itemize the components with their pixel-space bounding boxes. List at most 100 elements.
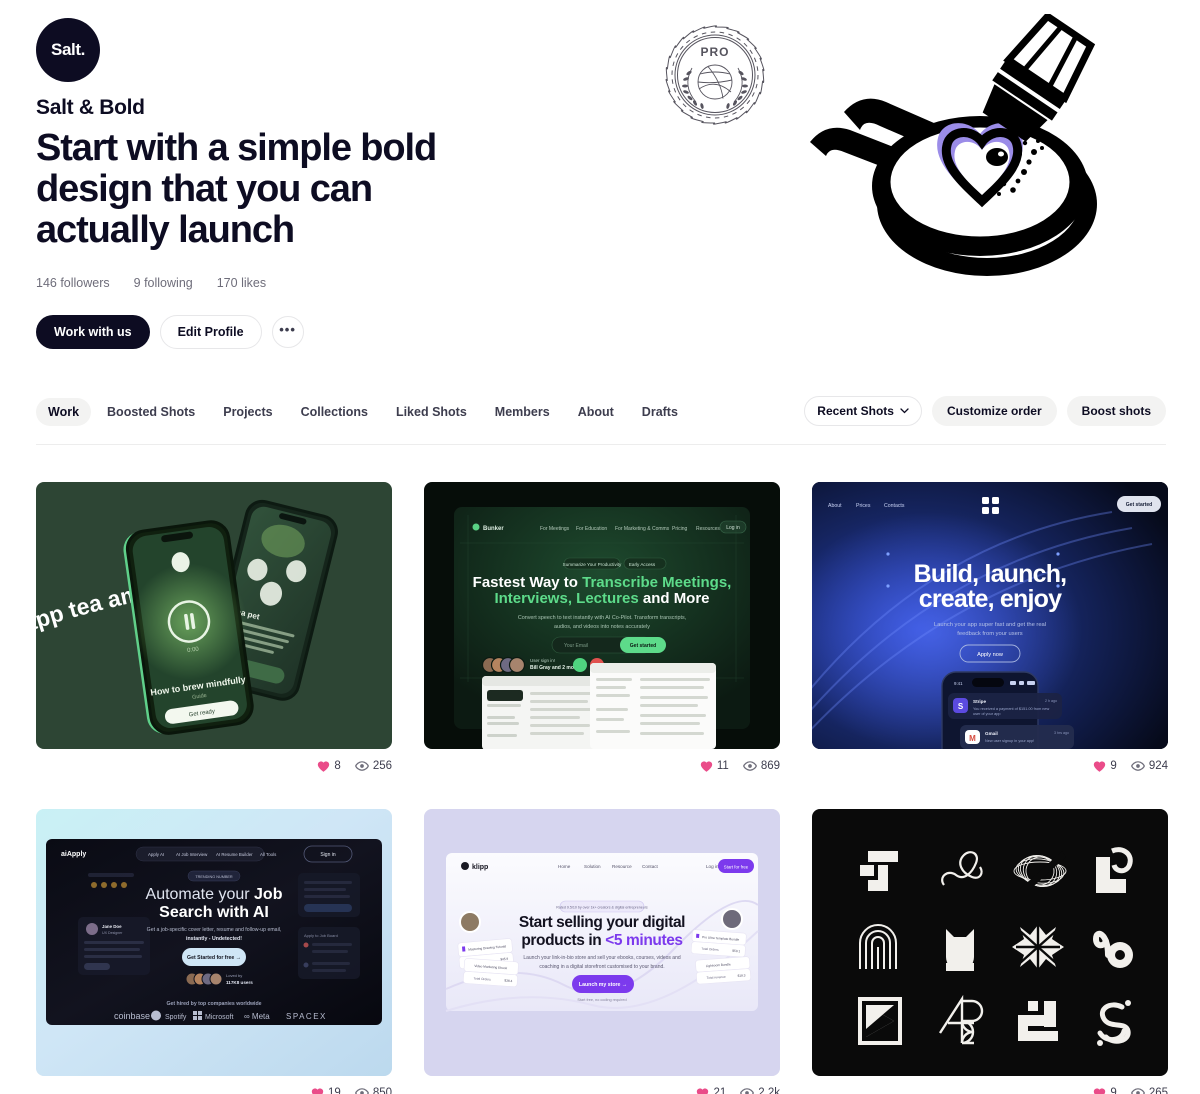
- views-stat: 2.2k: [740, 1086, 780, 1094]
- svg-text:$18.3: $18.3: [737, 973, 745, 978]
- svg-text:Contacts: Contacts: [884, 503, 905, 509]
- sort-select-label: Recent Shots: [817, 404, 894, 418]
- profile-tabs: Work Boosted Shots Projects Collections …: [36, 396, 1166, 428]
- pro-badge-label: PRO: [700, 45, 729, 59]
- svg-text:Your Email: Your Email: [564, 643, 588, 649]
- svg-text:9:41: 9:41: [954, 681, 963, 686]
- likes-stat: 9: [1093, 1087, 1117, 1094]
- shot-thumbnail-aiapply[interactable]: aiApply Apply AI AI Job Interview AI Resu…: [36, 809, 392, 1076]
- shot-stats: 19 850: [36, 1076, 392, 1094]
- svg-text:Fastest Way to Transcribe Meet: Fastest Way to Transcribe Meetings,: [473, 574, 732, 591]
- svg-text:Get Started for free →: Get Started for free →: [187, 955, 241, 961]
- svg-text:klipp: klipp: [472, 864, 488, 871]
- followers-count[interactable]: 146 followers: [36, 276, 110, 290]
- views-value: 850: [372, 1087, 392, 1094]
- svg-text:Interviews, Lectures and More: Interviews, Lectures and More: [494, 590, 709, 607]
- shot-thumbnail-klipp[interactable]: klipp Home Solution Resource Contact Log i…: [424, 809, 780, 1076]
- svg-text:Contact: Contact: [642, 864, 659, 869]
- svg-text:Prices: Prices: [856, 503, 871, 509]
- svg-text:All Tools: All Tools: [260, 852, 277, 857]
- shot-card[interactable]: app tea ami app tea ami app Tea pe: [36, 482, 392, 777]
- svg-text:UX Designer: UX Designer: [102, 931, 123, 935]
- svg-text:Apply AI: Apply AI: [148, 852, 164, 857]
- page-title: Start with a simple bold design that you…: [36, 127, 437, 251]
- views-stat: 256: [354, 759, 392, 773]
- shot-card[interactable]: About Prices Contacts Get started Build, l…: [812, 482, 1168, 777]
- svg-text:∞ Meta: ∞ Meta: [244, 1012, 270, 1021]
- likes-value: 9: [1110, 760, 1117, 772]
- avatar[interactable]: Salt.: [36, 18, 100, 82]
- svg-text:aiApply: aiApply: [61, 851, 86, 858]
- likes-count[interactable]: 170 likes: [217, 276, 266, 290]
- tab-work[interactable]: Work: [36, 398, 92, 426]
- views-stat: 924: [1130, 759, 1168, 773]
- shot-thumbnail-tea-app[interactable]: app tea ami app tea ami app Tea pe: [36, 482, 392, 749]
- tab-members[interactable]: Members: [483, 398, 562, 426]
- svg-text:Early Access: Early Access: [629, 562, 656, 567]
- svg-text:Convert speech to text instant: Convert speech to text instantly with AI…: [518, 615, 687, 621]
- svg-text:Summarize Your Productivity: Summarize Your Productivity: [563, 562, 622, 567]
- shot-thumbnail-transcribe[interactable]: Bunker For Meetings For Education For Mar…: [424, 482, 780, 749]
- views-value: 869: [760, 760, 780, 772]
- svg-text:Sign in: Sign in: [320, 852, 336, 858]
- profile-stats: 146 followers 9 following 170 likes: [36, 276, 266, 290]
- svg-text:SPACEX: SPACEX: [286, 1012, 327, 1021]
- svg-text:Rated 9.5/10 by over 1k+ creat: Rated 9.5/10 by over 1k+ creators & digi…: [556, 906, 648, 910]
- shot-stats: 9 265: [812, 1076, 1168, 1094]
- svg-text:Jane Doe: Jane Doe: [102, 924, 122, 929]
- svg-text:user of your app: user of your app: [973, 712, 1000, 716]
- edit-profile-button[interactable]: Edit Profile: [159, 315, 262, 349]
- work-with-us-button[interactable]: Work with us: [36, 315, 150, 349]
- svg-text:AI Job Interview: AI Job Interview: [176, 852, 208, 857]
- svg-text:Launch your link-in-bio store: Launch your link-in-bio store and sell y…: [523, 955, 681, 961]
- views-stat: 265: [1130, 1086, 1168, 1094]
- views-stat: 850: [354, 1086, 392, 1094]
- svg-text:Microsoft: Microsoft: [205, 1014, 233, 1021]
- tab-about[interactable]: About: [566, 398, 626, 426]
- views-value: 256: [372, 760, 392, 772]
- svg-text:products in <5 minutes: products in <5 minutes: [521, 932, 682, 949]
- tab-collections[interactable]: Collections: [289, 398, 380, 426]
- likes-value: 11: [716, 760, 729, 772]
- likes-stat: 21: [696, 1087, 726, 1094]
- svg-text:Search with AI: Search with AI: [159, 904, 269, 921]
- boost-shots-button[interactable]: Boost shots: [1066, 396, 1166, 426]
- eye-icon: [354, 1088, 369, 1094]
- eye-icon: [1130, 761, 1145, 771]
- shot-stats: 9 924: [812, 749, 1168, 777]
- heart-icon: [697, 1087, 709, 1094]
- shot-card[interactable]: aiApply Apply AI AI Job Interview AI Resu…: [36, 809, 392, 1094]
- customize-order-button[interactable]: Customize order: [931, 396, 1057, 426]
- shot-thumbnail-build-launch[interactable]: About Prices Contacts Get started Build, l…: [812, 482, 1168, 749]
- views-value: 2.2k: [758, 1087, 780, 1094]
- likes-stat: 9: [1093, 760, 1117, 773]
- heart-icon: [311, 1087, 324, 1094]
- eye-icon: [1130, 1088, 1145, 1094]
- likes-value: 21: [713, 1087, 727, 1094]
- shot-card[interactable]: klipp Home Solution Resource Contact Log i…: [424, 809, 780, 1094]
- svg-text:S: S: [958, 702, 964, 711]
- profile-actions: Work with us Edit Profile •••: [36, 315, 304, 349]
- following-count[interactable]: 9 following: [134, 276, 193, 290]
- more-options-button[interactable]: •••: [271, 316, 304, 348]
- shot-card[interactable]: Bunker For Meetings For Education For Mar…: [424, 482, 780, 777]
- likes-stat: 11: [700, 760, 729, 773]
- views-value: 265: [1148, 1087, 1168, 1094]
- svg-text:Loved by: Loved by: [226, 973, 242, 978]
- svg-text:About: About: [828, 503, 842, 509]
- svg-text:coinbase: coinbase: [114, 1011, 150, 1021]
- views-stat: 869: [742, 759, 780, 773]
- tab-liked-shots[interactable]: Liked Shots: [384, 398, 479, 426]
- svg-text:$50.1: $50.1: [732, 949, 740, 954]
- tab-drafts[interactable]: Drafts: [630, 398, 690, 426]
- shots-grid: app tea ami app tea ami app Tea pe: [36, 482, 1168, 1094]
- sort-select[interactable]: Recent Shots: [804, 396, 922, 426]
- shot-thumbnail-logo-grid[interactable]: [812, 809, 1168, 1076]
- svg-text:audios, and videos into notes: audios, and videos into notes accurately: [554, 624, 650, 630]
- dribbble-profile-page: Salt. Salt & Bold Start with a simple bo…: [0, 0, 1200, 1094]
- tab-boosted-shots[interactable]: Boosted Shots: [95, 398, 207, 426]
- svg-text:Home: Home: [558, 864, 571, 869]
- tab-projects[interactable]: Projects: [211, 398, 284, 426]
- shot-card[interactable]: 9 265: [812, 809, 1168, 1094]
- svg-text:You received a payment of $151: You received a payment of $151.00 from n…: [973, 707, 1050, 711]
